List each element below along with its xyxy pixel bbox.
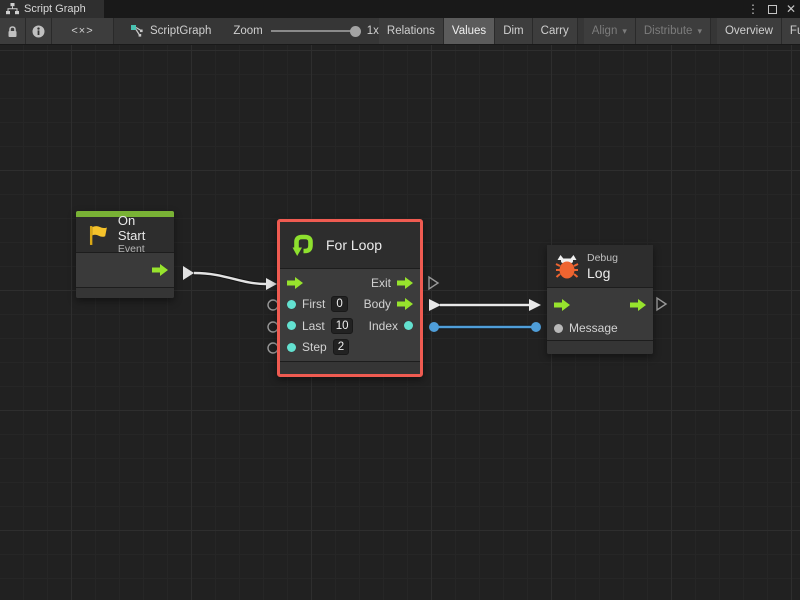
flow-in-port-arrow[interactable] <box>287 277 303 289</box>
more-icon[interactable]: ⋮ <box>747 0 759 18</box>
node-title: For Loop <box>326 237 382 253</box>
flow-in-port-arrow[interactable] <box>554 299 570 311</box>
maximize-icon[interactable] <box>768 5 777 14</box>
lock-icon <box>7 25 18 38</box>
tab-script-graph[interactable]: Script Graph <box>0 0 104 18</box>
wire-index-to-message[interactable] <box>429 322 541 332</box>
first-value-field[interactable]: 0 <box>331 296 347 312</box>
bug-icon <box>555 253 579 279</box>
node-debug-log[interactable]: Debug Log <box>547 245 653 354</box>
hierarchy-icon <box>6 3 19 15</box>
unconnected-port-triangle-log-out[interactable] <box>657 298 666 310</box>
breadcrumb-graph[interactable]: ScriptGraph <box>130 18 211 44</box>
dim-button[interactable]: Dim <box>495 18 532 44</box>
wire-body-to-log[interactable] <box>429 299 541 311</box>
tab-title: Script Graph <box>24 3 86 15</box>
relations-button[interactable]: Relations <box>379 18 444 44</box>
flag-icon <box>84 222 110 248</box>
port-label-last: Last <box>302 319 325 333</box>
carry-button[interactable]: Carry <box>533 18 578 44</box>
title-bar: Script Graph ⋮ ✕ <box>0 0 800 18</box>
unconnected-port-triangle-exit[interactable] <box>429 277 438 289</box>
distribute-dropdown[interactable]: Distribute ▾ <box>636 18 711 44</box>
first-port-dot[interactable] <box>287 300 296 309</box>
full-screen-button[interactable]: Full Screen <box>782 18 800 44</box>
node-on-start[interactable]: On Start Event <box>76 211 174 298</box>
chevron-down-icon: ▾ <box>622 26 627 37</box>
close-icon[interactable]: ✕ <box>786 0 796 18</box>
port-label-step: Step <box>302 340 327 354</box>
wire-onstart-to-forloop[interactable] <box>183 266 277 290</box>
info-button[interactable] <box>26 18 52 44</box>
overview-button[interactable]: Overview <box>717 18 782 44</box>
code-toggle-icon: <×> <box>71 25 93 37</box>
flow-out-port-arrow[interactable] <box>630 299 646 311</box>
index-port-dot[interactable] <box>404 321 413 330</box>
graph-canvas[interactable]: On Start Event For Loop <box>0 45 800 600</box>
graph-toolbar: <×> ScriptGraph Zoom 1x Relations Values… <box>0 18 800 45</box>
body-port-arrow[interactable] <box>397 298 413 310</box>
align-dropdown[interactable]: Align ▾ <box>584 18 636 44</box>
chevron-down-icon: ▾ <box>697 26 702 37</box>
zoom-value: 1x <box>367 25 379 37</box>
last-value-field[interactable]: 10 <box>331 318 354 334</box>
step-port-dot[interactable] <box>287 343 296 352</box>
port-label-first: First <box>302 297 325 311</box>
port-label-body: Body <box>364 297 391 311</box>
exit-port-arrow[interactable] <box>397 277 413 289</box>
port-label-exit: Exit <box>371 276 391 290</box>
lock-button[interactable] <box>0 18 26 44</box>
info-icon <box>32 25 45 38</box>
node-title: On Start <box>118 213 166 243</box>
values-button[interactable]: Values <box>444 18 495 44</box>
node-title: Log <box>587 265 618 281</box>
port-label-message: Message <box>569 321 618 335</box>
graph-name: ScriptGraph <box>150 25 211 37</box>
step-value-field[interactable]: 2 <box>333 339 349 355</box>
node-surtitle: Debug <box>587 252 618 265</box>
graph-asset-icon <box>130 24 144 38</box>
code-preview-button[interactable]: <×> <box>52 18 114 44</box>
flow-out-port-arrow[interactable] <box>152 264 168 276</box>
node-for-loop[interactable]: For Loop Exit <box>277 219 423 377</box>
port-label-index: Index <box>369 319 398 333</box>
zoom-slider[interactable] <box>271 30 359 32</box>
script-graph-window: Script Graph ⋮ ✕ <box>0 0 800 600</box>
last-port-dot[interactable] <box>287 321 296 330</box>
zoom-label: Zoom <box>233 25 262 37</box>
zoom-slider-knob[interactable] <box>350 26 361 37</box>
message-port-dot[interactable] <box>554 324 563 333</box>
loop-icon <box>288 230 318 260</box>
